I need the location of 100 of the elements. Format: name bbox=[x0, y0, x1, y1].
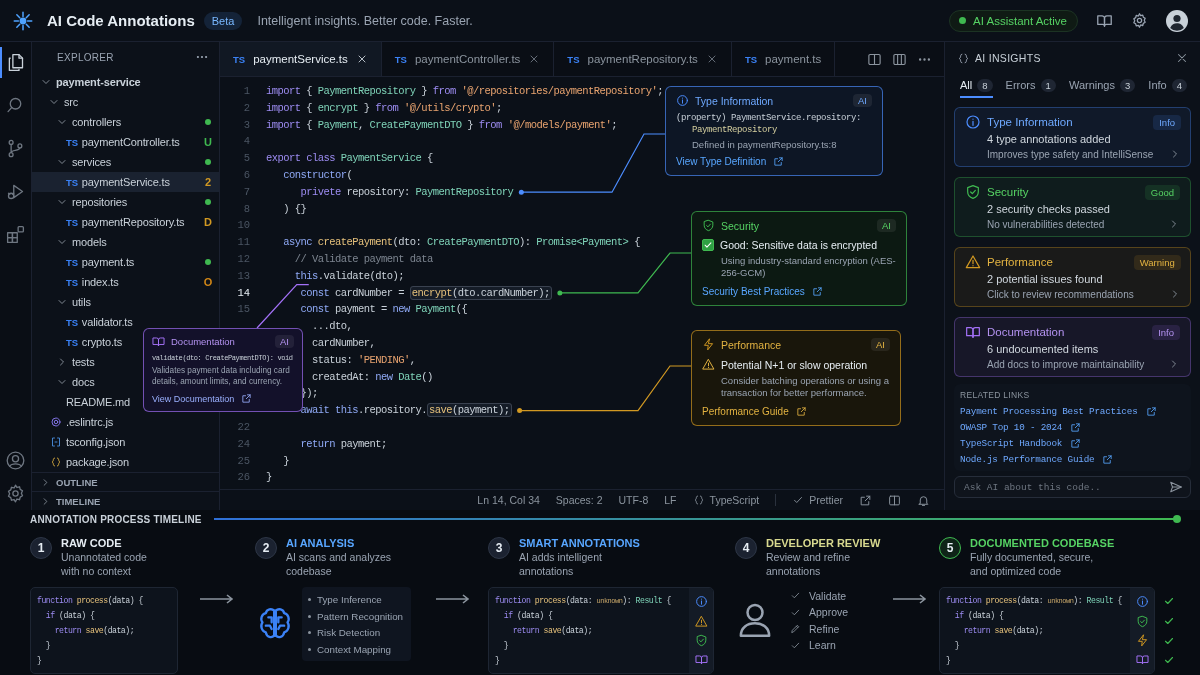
status-item[interactable]: UTF-8 bbox=[618, 494, 649, 506]
file-type-tag: TS bbox=[567, 53, 580, 65]
tree-item[interactable]: tsconfig.json bbox=[32, 432, 219, 452]
count-badge: 3 bbox=[1119, 78, 1136, 92]
editor-tab[interactable]: TS paymentService.ts bbox=[220, 42, 382, 76]
tree-item[interactable]: src bbox=[32, 92, 219, 112]
code-line: privete repository: PaymentRepository bbox=[300, 185, 514, 198]
insight-card[interactable]: Documentation Info 6 undocumented items Add docs to improve maintainability bbox=[954, 317, 1191, 377]
code-line: if (data) { bbox=[503, 611, 553, 621]
status-item[interactable]: Spaces: 2 bbox=[555, 494, 603, 506]
tree-item[interactable]: TS paymentService.ts 2 bbox=[32, 172, 219, 192]
book-icon[interactable] bbox=[1096, 12, 1113, 29]
external-link-icon[interactable] bbox=[773, 156, 785, 167]
external-link-icon[interactable] bbox=[241, 393, 253, 405]
logo-icon bbox=[13, 10, 33, 31]
code-line: async createPayment(dto: CreatePaymentDTO): Promise<Payment> { bbox=[283, 236, 640, 249]
link[interactable]: View Documentation bbox=[152, 393, 235, 404]
section-title[interactable]: TIMELINE bbox=[56, 495, 101, 507]
insight-card[interactable]: Performance Warning 2 potential issues found Click to review recommendations bbox=[954, 247, 1191, 307]
section-title[interactable]: OUTLINE bbox=[56, 476, 98, 488]
step-number: 3 bbox=[488, 537, 510, 559]
external-link-icon[interactable] bbox=[1070, 421, 1082, 433]
tree-item[interactable]: package.json bbox=[32, 452, 219, 472]
tree-item[interactable]: services bbox=[32, 152, 219, 172]
link[interactable]: Node.js Performance Guide bbox=[960, 453, 1095, 465]
card-summary: 4 type annotations added bbox=[987, 133, 1112, 145]
warning-icon bbox=[694, 614, 708, 628]
tree-item[interactable]: TS paymentController.ts U bbox=[32, 132, 219, 152]
settings-icon[interactable] bbox=[1131, 12, 1148, 29]
filter-tab[interactable]: Info 4 bbox=[1148, 74, 1187, 98]
bullet-icon bbox=[308, 598, 311, 602]
external-link-icon[interactable] bbox=[811, 285, 823, 297]
link[interactable]: Performance Guide bbox=[702, 405, 789, 417]
beta-badge: Beta bbox=[203, 11, 243, 30]
avatar-icon[interactable] bbox=[1166, 9, 1188, 32]
braces-icon bbox=[957, 51, 970, 65]
tree-item[interactable]: repositories bbox=[32, 192, 219, 212]
status-item[interactable]: Prettier bbox=[809, 494, 843, 506]
split-editor-icon[interactable] bbox=[867, 51, 882, 67]
tree-item[interactable]: .eslintrc.js bbox=[32, 412, 219, 432]
card-title: Type Information bbox=[695, 94, 775, 107]
filter-tab[interactable]: Errors 1 bbox=[1005, 74, 1056, 98]
line-number: 10 bbox=[236, 218, 250, 234]
external-link-icon[interactable] bbox=[795, 405, 807, 417]
card-title: Documentation bbox=[987, 326, 1066, 338]
layout-icon[interactable] bbox=[892, 51, 907, 67]
section-title: ANNOTATION PROCESS TIMELINE bbox=[30, 513, 202, 525]
link[interactable]: Payment Processing Best Practices bbox=[960, 405, 1138, 417]
book-icon bbox=[694, 653, 708, 667]
feature-item: Type Inference bbox=[317, 594, 382, 606]
external-link-icon[interactable] bbox=[1070, 437, 1082, 449]
link[interactable]: View Type Definition bbox=[676, 156, 767, 167]
editor-tab[interactable]: TS paymentController.ts bbox=[381, 42, 555, 76]
link[interactable]: Security Best Practices bbox=[702, 285, 805, 297]
editor-tab[interactable]: TS payment.ts bbox=[731, 42, 836, 76]
external-link-icon[interactable] bbox=[1145, 405, 1157, 417]
status-item[interactable]: Ln 14, Col 34 bbox=[477, 494, 540, 506]
bell-icon[interactable] bbox=[917, 493, 930, 507]
tree-item[interactable]: payment-service bbox=[32, 72, 219, 92]
filter-tab[interactable]: Warnings 3 bbox=[1068, 74, 1136, 98]
tree-item[interactable]: TS validator.ts bbox=[32, 312, 219, 332]
tree-item[interactable]: TS payment.ts bbox=[32, 252, 219, 272]
tree-item[interactable]: controllers bbox=[32, 112, 219, 132]
status-item[interactable]: LF bbox=[664, 494, 677, 506]
tree-item[interactable]: TS paymentRepository.ts D bbox=[32, 212, 219, 232]
status-label: AI Assistant Active bbox=[973, 14, 1067, 27]
tree-item[interactable]: TS index.ts O bbox=[32, 272, 219, 292]
step-number: 1 bbox=[30, 537, 52, 559]
tree-item[interactable]: utils bbox=[32, 292, 219, 312]
tree-item[interactable]: models bbox=[32, 232, 219, 252]
link[interactable]: TypeScript Handbook bbox=[960, 437, 1063, 449]
extensions-icon[interactable] bbox=[5, 224, 26, 245]
insight-card[interactable]: Type Information Info 4 type annotations added Improves type safety and IntelliSense bbox=[954, 107, 1191, 167]
ai-badge: AI bbox=[877, 219, 896, 232]
code-line: await this.repository. save(payment); bbox=[300, 403, 512, 418]
status-item[interactable]: TypeScript bbox=[709, 494, 760, 506]
insight-card[interactable]: Security Good 2 security checks passed No vulnerabilities detected bbox=[954, 177, 1191, 237]
warning-icon bbox=[965, 254, 981, 270]
send-icon[interactable] bbox=[1169, 480, 1183, 494]
card-title: Performance bbox=[987, 256, 1054, 268]
tagline: Intelligent insights. Better code. Faster. bbox=[257, 13, 473, 28]
split-icon[interactable] bbox=[888, 493, 901, 507]
link[interactable]: OWASP Top 10 - 2024 bbox=[960, 421, 1063, 433]
app-title: AI Code Annotations bbox=[47, 12, 195, 29]
line-number: 8 bbox=[242, 201, 250, 217]
external-link-icon[interactable] bbox=[859, 493, 872, 507]
settings-icon[interactable] bbox=[5, 483, 26, 504]
ask-field[interactable]: Ask AI about this code.. bbox=[954, 476, 1191, 498]
review-item: Refine bbox=[809, 622, 840, 635]
feature-item: Context Mapping bbox=[317, 643, 392, 655]
editor-tab[interactable]: TS paymentRepository.ts bbox=[554, 42, 732, 76]
account-icon[interactable] bbox=[5, 450, 26, 471]
book-icon bbox=[1135, 653, 1149, 667]
file-type-tag: TS bbox=[744, 53, 757, 65]
code-line: export class PaymentService { bbox=[266, 152, 433, 165]
status-badge: Info bbox=[1153, 114, 1182, 130]
close-icon[interactable] bbox=[1175, 51, 1189, 65]
step-title: SMART ANNOTATIONS bbox=[519, 537, 640, 549]
external-link-icon[interactable] bbox=[1102, 453, 1114, 465]
filter-tab[interactable]: All 8 bbox=[960, 74, 993, 98]
